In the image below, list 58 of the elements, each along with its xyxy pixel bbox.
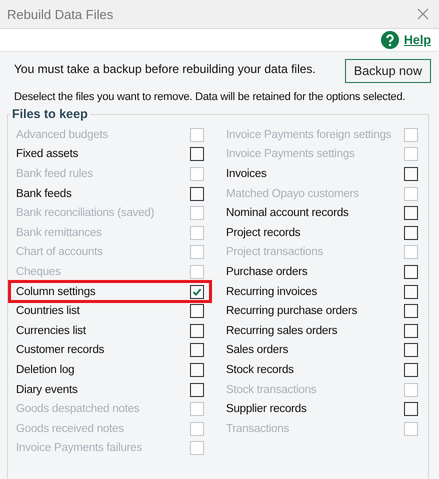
- file-label: Recurring invoices: [226, 286, 317, 298]
- file-checkbox[interactable]: [190, 362, 204, 377]
- file-label: Bank reconciliations (saved): [16, 207, 154, 220]
- file-checkbox[interactable]: [404, 343, 418, 358]
- help-link[interactable]: Help: [380, 31, 431, 49]
- file-label: Deletion log: [16, 364, 74, 376]
- file-label: Currencies list: [16, 324, 86, 337]
- file-label: Column settings: [16, 286, 96, 298]
- file-label: Cheques: [16, 266, 61, 278]
- file-label: Bank feeds: [16, 188, 72, 200]
- file-checkbox[interactable]: [404, 226, 418, 240]
- file-label: Fixed assets: [16, 148, 78, 160]
- file-label: Customer records: [16, 344, 104, 356]
- file-label: Project transactions: [226, 246, 323, 258]
- file-checkbox[interactable]: [190, 343, 204, 358]
- window-title: Rebuild Data Files: [7, 6, 114, 22]
- close-icon[interactable]: [417, 8, 429, 20]
- instruction-text: Deselect the files you want to remove. Data will be retained for the options selected.: [14, 91, 406, 103]
- file-label: Chart of accounts: [16, 246, 103, 258]
- file-checkbox[interactable]: [404, 304, 418, 318]
- file-label: Nominal account records: [226, 207, 349, 220]
- file-checkbox[interactable]: [404, 284, 418, 299]
- file-checkbox[interactable]: [404, 166, 418, 181]
- file-label: Project records: [226, 226, 300, 239]
- file-label: Recurring sales orders: [226, 324, 338, 337]
- file-label: Recurring purchase orders: [226, 305, 358, 318]
- file-checkbox[interactable]: [190, 382, 204, 397]
- file-label: Transactions: [226, 422, 290, 435]
- file-checkbox[interactable]: [190, 304, 204, 318]
- group-title: Files to keep: [11, 107, 89, 121]
- file-label: Diary events: [16, 384, 78, 396]
- file-label: Stock transactions: [226, 384, 316, 396]
- file-checkbox[interactable]: [404, 362, 418, 377]
- file-label: Bank feed rules: [16, 168, 93, 180]
- file-label: Matched Opayo customers: [226, 188, 359, 200]
- file-checkbox[interactable]: [190, 147, 204, 162]
- file-label: Invoice Payments settings: [226, 148, 355, 160]
- backup-message: You must take a backup before rebuilding your data files.: [14, 62, 316, 76]
- file-label: Invoices: [226, 168, 267, 180]
- file-checkbox[interactable]: [404, 402, 418, 416]
- file-label: Invoice Payments foreign settings: [226, 128, 392, 141]
- file-label: Goods despatched notes: [16, 403, 140, 416]
- file-checkbox[interactable]: [404, 324, 418, 338]
- file-label: Advanced budgets: [16, 128, 108, 141]
- file-label: Goods received notes: [16, 422, 124, 435]
- file-checkbox[interactable]: [190, 186, 204, 201]
- file-label: Bank remittances: [16, 226, 102, 239]
- file-label: Sales orders: [226, 344, 288, 356]
- file-label: Countries list: [16, 305, 80, 318]
- file-label: Supplier records: [226, 403, 307, 416]
- file-checkbox[interactable]: [190, 284, 204, 299]
- file-label: Stock records: [226, 364, 294, 376]
- file-label: Purchase orders: [226, 266, 308, 278]
- file-checkbox[interactable]: [190, 324, 204, 338]
- file-checkbox[interactable]: [404, 264, 418, 279]
- file-label: Invoice Payments failures: [16, 442, 142, 454]
- file-checkbox[interactable]: [404, 206, 418, 220]
- backup-now-button[interactable]: Backup now: [344, 59, 431, 83]
